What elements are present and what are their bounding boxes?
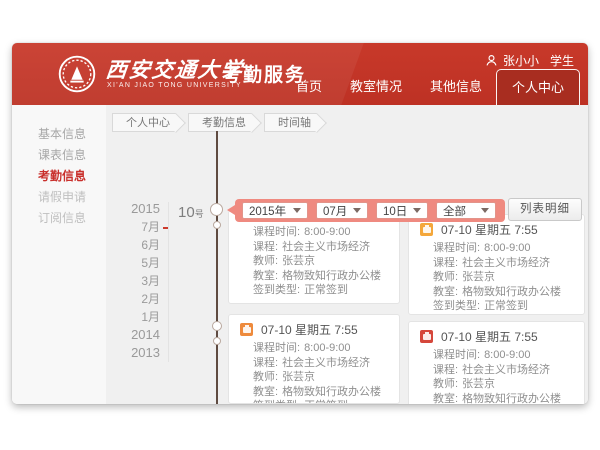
chevron-down-icon — [293, 208, 301, 213]
course-time-row: 课程时间:8:00-9:00 — [433, 241, 584, 256]
timeline-nav-feb[interactable]: 2月 — [107, 290, 160, 308]
card-date-title: 07-10 星期五 7:55 — [261, 321, 358, 338]
course-time-row: 课程时间:8:00-9:00 — [433, 348, 584, 363]
breadcrumb-personal-center[interactable]: 个人中心 — [112, 113, 176, 132]
checkin-type-row: 签到类型:正常签到 — [253, 399, 399, 404]
timeline-nav-2015[interactable]: 2015 — [107, 200, 160, 218]
app-header: 西安交通大学 XI'AN JIAO TONG UNIVERSITY 考勤服务 张… — [12, 43, 588, 105]
sidebar: 基本信息 课表信息 考勤信息 请假申请 订阅信息 — [12, 105, 106, 404]
user-info[interactable]: 张小小 学生 — [485, 52, 574, 69]
timeline-nav-jan[interactable]: 1月 — [107, 308, 160, 326]
sidebar-item-subscription-info[interactable]: 订阅信息 — [12, 205, 106, 226]
nav-personal-center[interactable]: 个人中心 — [496, 69, 580, 105]
attendance-card: 07-10 星期五 7:55 课程时间:8:00-9:00 课程:社会主义市场经… — [408, 321, 585, 404]
course-row: 课程:社会主义市场经济 — [433, 256, 584, 271]
card-header: 07-10 星期五 7:55 — [229, 321, 399, 338]
timeline-node — [212, 321, 222, 331]
breadcrumb-timeline[interactable]: 时间轴 — [264, 113, 317, 132]
timeline-axis — [216, 131, 218, 404]
timeline-nav-2014[interactable]: 2014 — [107, 326, 160, 344]
card-header: 07-10 星期五 7:55 — [409, 221, 584, 238]
teacher-row: 教师:张芸京 — [253, 254, 399, 269]
breadcrumb: 个人中心 考勤信息 时间轴 — [112, 113, 329, 132]
attendance-status-icon — [240, 323, 253, 336]
attendance-card: 07-10 星期五 7:55 课程时间:8:00-9:00 课程:社会主义市场经… — [408, 214, 585, 315]
user-role: 学生 — [550, 52, 574, 69]
card-date-title: 07-10 星期五 7:55 — [441, 221, 538, 238]
sidebar-item-attendance-info[interactable]: 考勤信息 — [12, 163, 106, 184]
card-date-title: 07-10 星期五 7:55 — [441, 328, 538, 345]
list-detail-button[interactable]: 列表明细 — [508, 198, 582, 221]
day-select[interactable]: 10日 — [376, 202, 428, 219]
user-name: 张小小 — [503, 52, 539, 69]
timeline-node — [210, 203, 223, 216]
university-logo-icon — [58, 55, 96, 93]
sidebar-item-leave-request[interactable]: 请假申请 — [12, 184, 106, 205]
card-header: 07-10 星期五 7:55 — [409, 328, 584, 345]
day-label-10: 10号 — [178, 204, 204, 221]
type-select[interactable]: 全部 — [436, 202, 496, 219]
content-area: 基本信息 课表信息 考勤信息 请假申请 订阅信息 个人中心 考勤信息 时间轴 2… — [12, 105, 588, 404]
sidebar-item-basic-info[interactable]: 基本信息 — [12, 121, 106, 142]
divider — [168, 202, 169, 362]
month-select[interactable]: 07月 — [316, 202, 368, 219]
room-row: 教室:格物致知行政办公楼 — [433, 285, 584, 300]
timeline-nav-may[interactable]: 5月 — [107, 254, 160, 272]
chevron-down-icon — [481, 208, 489, 213]
sidebar-item-schedule-info[interactable]: 课表信息 — [12, 142, 106, 163]
top-nav: 首页 教室情况 其他信息 个人中心 — [282, 69, 580, 105]
attendance-card: 07-10 星期五 7:55 课程时间:8:00-9:00 课程:社会主义市场经… — [228, 314, 400, 404]
teacher-row: 教师:张芸京 — [433, 377, 584, 392]
course-time-row: 课程时间:8:00-9:00 — [253, 225, 399, 240]
attendance-card: 课程时间:8:00-9:00 课程:社会主义市场经济 教师:张芸京 教室:格物致… — [228, 210, 400, 304]
course-row: 课程:社会主义市场经济 — [253, 356, 399, 371]
course-time-row: 课程时间:8:00-9:00 — [253, 341, 399, 356]
app-window: 西安交通大学 XI'AN JIAO TONG UNIVERSITY 考勤服务 张… — [12, 43, 588, 404]
attendance-status-icon — [420, 223, 433, 236]
course-row: 课程:社会主义市场经济 — [433, 363, 584, 378]
user-icon — [485, 54, 498, 67]
teacher-row: 教师:张芸京 — [253, 370, 399, 385]
timeline-year-month-nav: 2015 7月 6月 5月 3月 2月 1月 2014 2013 — [107, 200, 160, 362]
room-row: 教室:格物致知行政办公楼 — [433, 392, 584, 405]
teacher-row: 教师:张芸京 — [433, 270, 584, 285]
chevron-down-icon — [413, 208, 421, 213]
room-row: 教室:格物致知行政办公楼 — [253, 385, 399, 400]
room-row: 教室:格物致知行政办公楼 — [253, 269, 399, 284]
nav-home[interactable]: 首页 — [282, 76, 336, 105]
year-select[interactable]: 2015年 — [242, 202, 308, 219]
timeline-nav-jun[interactable]: 6月 — [107, 236, 160, 254]
timeline-nav-jul[interactable]: 7月 — [107, 218, 160, 236]
checkin-type-row: 签到类型:正常签到 — [433, 299, 584, 314]
timeline-node — [213, 337, 221, 345]
breadcrumb-attendance-info[interactable]: 考勤信息 — [188, 113, 252, 132]
checkin-type-row: 签到类型:正常签到 — [253, 283, 399, 298]
chevron-down-icon — [353, 208, 361, 213]
timeline-node — [213, 221, 221, 229]
timeline-nav-mar[interactable]: 3月 — [107, 272, 160, 290]
nav-classrooms[interactable]: 教室情况 — [336, 76, 416, 105]
filter-bubble: 2015年 07月 10日 全部 — [235, 199, 505, 222]
attendance-status-icon — [420, 330, 433, 343]
course-row: 课程:社会主义市场经济 — [253, 240, 399, 255]
timeline-nav-2013[interactable]: 2013 — [107, 344, 160, 362]
nav-other-info[interactable]: 其他信息 — [416, 76, 496, 105]
